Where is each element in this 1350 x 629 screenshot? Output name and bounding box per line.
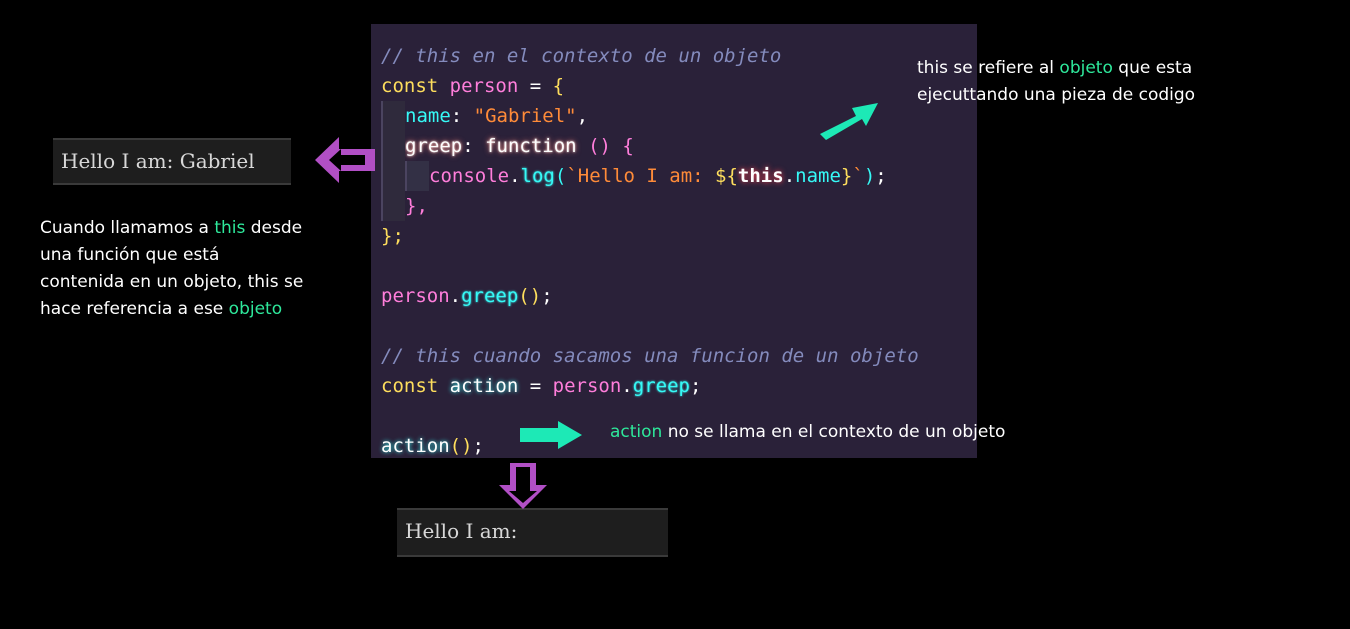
code-keyword: const bbox=[381, 375, 439, 397]
annotation-highlight: this bbox=[214, 218, 246, 238]
code-comment: // this en el contexto de un objeto bbox=[381, 45, 782, 67]
indent-guide bbox=[381, 131, 405, 161]
code-property: greep bbox=[405, 135, 463, 157]
annotation-text: no se llama en el contexto de un objeto bbox=[662, 422, 1006, 442]
code-parens: () bbox=[588, 135, 611, 157]
code-property: name bbox=[405, 105, 451, 127]
console-output-text: Hello I am: Gabriel bbox=[61, 149, 255, 173]
annotation-left: Cuando llamamos a this desde una función… bbox=[40, 215, 303, 323]
code-dollar: ${ bbox=[715, 165, 738, 187]
indent-guide bbox=[405, 161, 429, 191]
code-line-2: const person = { bbox=[371, 71, 919, 101]
annotation-text: una función que está bbox=[40, 245, 220, 265]
code-comment: // this cuando sacamos una funcion de un… bbox=[381, 345, 919, 367]
code-identifier: person bbox=[552, 375, 622, 397]
code-line-12: const action = person.greep; bbox=[381, 375, 702, 397]
annotation-bottom: action no se llama en el contexto de un … bbox=[610, 419, 1005, 446]
code-line-6: }, bbox=[371, 191, 919, 221]
code-identifier: action bbox=[449, 375, 519, 397]
code-property: name bbox=[795, 165, 841, 187]
console-output-first: Hello I am: Gabriel bbox=[53, 138, 291, 185]
code-function: greep bbox=[632, 375, 690, 397]
arrow-up-right-icon bbox=[820, 103, 878, 140]
code-operator: = bbox=[529, 75, 542, 97]
code-function: greep bbox=[461, 285, 519, 307]
code-identifier: console bbox=[429, 165, 510, 187]
annotation-text: contenida en un objeto, this se bbox=[40, 272, 304, 292]
arrow-left-icon bbox=[315, 137, 375, 183]
code-editor: // this en el contexto de un objeto const… bbox=[371, 24, 977, 458]
indent-guide bbox=[381, 161, 405, 191]
annotation-highlight: objeto bbox=[228, 299, 283, 319]
arrow-right-icon bbox=[520, 421, 582, 449]
arrow-down-icon bbox=[499, 463, 547, 509]
console-output-second: Hello I am: bbox=[397, 508, 668, 557]
annotation-top-right: this se refiere al objeto que esta ejecu… bbox=[917, 55, 1195, 109]
console-output-text: Hello I am: bbox=[405, 519, 518, 543]
code-function: log bbox=[520, 165, 555, 187]
annotation-text: ejecuttando una pieza de codigo bbox=[917, 85, 1196, 105]
code-line-5: console.log(`Hello I am: ${this.name}`); bbox=[371, 161, 919, 191]
code-identifier: person bbox=[381, 285, 450, 307]
code-brace: }, bbox=[405, 195, 428, 217]
code-string: "Gabriel" bbox=[473, 105, 577, 127]
annotation-text: desde bbox=[245, 218, 303, 238]
code-brace: { bbox=[552, 75, 565, 97]
annotation-highlight: action bbox=[610, 422, 663, 442]
annotation-highlight: objeto bbox=[1059, 58, 1113, 78]
code-line-11: // this cuando sacamos una funcion de un… bbox=[371, 341, 919, 371]
code-line-7: }; bbox=[371, 221, 919, 251]
code-line-1: // this en el contexto de un objeto bbox=[371, 41, 919, 71]
code-this-keyword: this bbox=[737, 165, 784, 187]
code-keyword: const bbox=[381, 75, 439, 97]
indent-guide bbox=[381, 101, 405, 131]
code-brace: }; bbox=[381, 225, 404, 247]
annotation-text: hace referencia a ese bbox=[40, 299, 229, 319]
code-template: `Hello I am: bbox=[566, 165, 716, 187]
code-identifier: action bbox=[381, 435, 450, 457]
code-identifier: person bbox=[449, 75, 519, 97]
indent-guide bbox=[381, 191, 405, 221]
annotation-text: que esta bbox=[1112, 58, 1193, 78]
annotation-text: Cuando llamamos a bbox=[40, 218, 215, 238]
code-line-9: person.greep(); bbox=[381, 285, 553, 307]
annotation-text: this se refiere al bbox=[917, 58, 1060, 78]
code-keyword: function bbox=[485, 135, 577, 157]
